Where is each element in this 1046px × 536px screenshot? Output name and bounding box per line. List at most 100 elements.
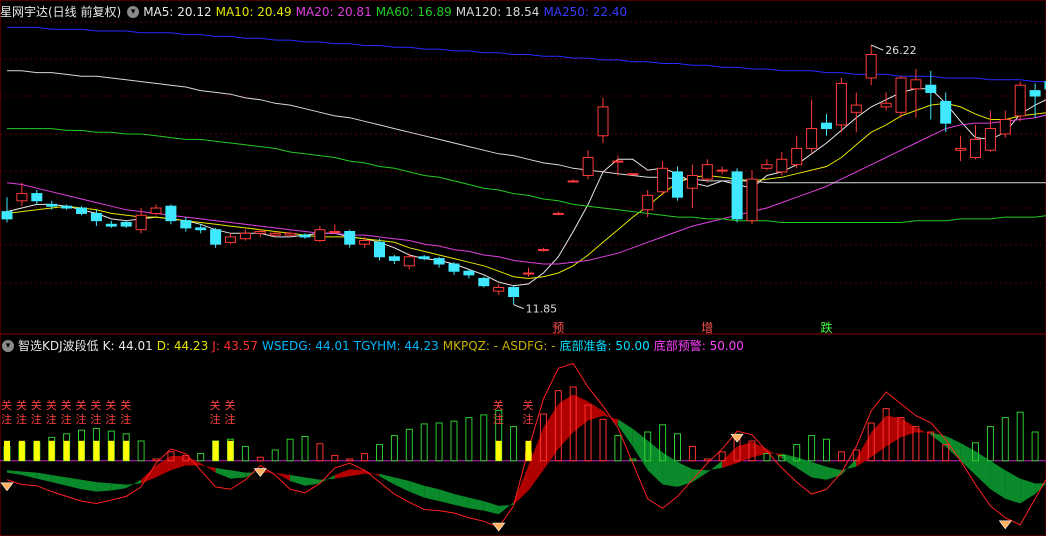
chevron-down-icon[interactable]: ▾ <box>2 339 14 352</box>
kd-ribbon-segment <box>1020 478 1036 504</box>
kd-ribbon-segment <box>21 471 37 479</box>
kd-ribbon-segment <box>334 469 350 479</box>
indicator-bar <box>510 426 518 462</box>
focus-label-bottom: 注 <box>493 412 504 426</box>
ma10-line <box>6 102 1046 280</box>
price-chart-header: 星网宇达(日线 前复权) ▾ MA5: 20.12 MA10: 20.49 MA20: … <box>0 3 631 21</box>
kd-ribbon-segment <box>647 440 663 485</box>
kd-ribbon-segment <box>454 494 469 509</box>
indicator-bar <box>763 453 771 462</box>
candle-body <box>239 232 251 240</box>
focus-label-top: 关 <box>105 398 116 412</box>
candle <box>314 226 326 243</box>
indicator-bar <box>808 435 816 462</box>
chart-canvas[interactable]: 26.2211.85预增跌涨榜关注关注关注关注关注关注关注关注关注关注关注关注关… <box>0 0 1046 536</box>
candle <box>508 285 520 305</box>
candle-body <box>76 207 87 214</box>
stock-title[interactable]: 星网宇达(日线 前复权) <box>0 5 121 19</box>
candle-body <box>999 119 1011 135</box>
indicator-bar <box>390 435 398 462</box>
focus-label-top: 关 <box>523 398 534 412</box>
ma60-label: MA60: 16.89 <box>375 5 452 19</box>
kd-ribbon-segment <box>468 497 484 511</box>
candle-body <box>1029 90 1041 97</box>
candle <box>746 170 758 225</box>
indicator-bar <box>837 451 845 462</box>
kd-ribbon-segment <box>737 441 752 464</box>
focus-label-top: 关 <box>225 398 236 412</box>
candle <box>999 110 1011 138</box>
kd-ribbon-segment <box>230 470 246 479</box>
indicator-bar <box>450 420 458 462</box>
focus-label-top: 关 <box>16 398 27 412</box>
chevron-down-icon[interactable]: ▾ <box>127 5 140 18</box>
focus-label-top: 关 <box>31 398 42 412</box>
kd-ribbon-segment <box>126 479 142 489</box>
bottom-signal-bar <box>48 440 55 461</box>
focus-label-top: 关 <box>493 398 504 412</box>
kd-ribbon-segment <box>51 475 67 486</box>
candle-body <box>195 227 207 231</box>
candle-body <box>493 286 505 292</box>
candle <box>433 256 445 268</box>
candle-body <box>537 249 549 252</box>
candle-body <box>150 207 162 214</box>
candle-body <box>806 128 818 149</box>
focus-label-top: 关 <box>210 398 221 412</box>
candle-body <box>90 212 102 222</box>
indicator-bar <box>271 449 279 462</box>
candle-body <box>642 194 654 211</box>
indicator-bar <box>480 414 488 462</box>
bottom-signal-bar <box>227 440 234 461</box>
candle <box>835 77 847 133</box>
candle-body <box>165 205 177 222</box>
indicator-bar <box>137 440 145 462</box>
kd-ribbon-segment <box>290 475 305 486</box>
candle-body <box>61 205 73 209</box>
diamond-icon <box>492 522 506 532</box>
candle <box>731 168 743 223</box>
indicator-header: ▾ 智选KDJ波段低 K: 44.01 D: 44.23 J: 43.57 WSEDG: … <box>0 337 748 355</box>
bottom-signal-bar <box>495 440 502 461</box>
ma5-line <box>6 88 1046 287</box>
candle-body <box>16 193 28 202</box>
focus-label-bottom: 注 <box>120 412 131 426</box>
candle-body <box>850 104 862 113</box>
ma10-label: MA10: 20.49 <box>215 5 292 19</box>
indicator-bar <box>331 454 339 462</box>
focus-label-top: 关 <box>90 398 101 412</box>
focus-label-bottom: 注 <box>90 412 101 426</box>
candle-body <box>672 171 683 198</box>
high-price-label: 26.22 <box>885 44 917 57</box>
kd-ribbon-segment <box>915 427 931 435</box>
ma120-label: MA120: 18.54 <box>455 5 540 19</box>
candle <box>821 114 832 136</box>
candle-body <box>627 173 639 176</box>
bottom-signal-bar <box>212 440 219 461</box>
candle-body <box>433 258 445 265</box>
candle <box>388 254 400 265</box>
kd-ribbon-segment <box>81 479 97 492</box>
indicator-bar <box>346 458 354 462</box>
candle-body <box>970 138 981 158</box>
candle-body <box>761 164 773 169</box>
candle <box>984 110 996 153</box>
bottom-signal-bar <box>18 440 25 461</box>
ma20-label: MA20: 20.81 <box>295 5 372 19</box>
candle <box>463 269 475 279</box>
d-label: D: 44.23 <box>156 339 209 353</box>
candle-body <box>46 203 58 207</box>
candle-body <box>731 171 743 220</box>
indicator-title[interactable]: 智选KDJ波段低 <box>18 339 99 353</box>
indicator-bar <box>256 456 264 462</box>
bottom-warning-label: 底部预警: 50.00 <box>653 339 744 353</box>
candle <box>165 204 177 225</box>
bottom-signal-bar <box>4 440 10 461</box>
candle <box>806 99 818 154</box>
candle-body <box>612 160 624 163</box>
mkpqz-label: MKPQZ: - <box>442 339 499 353</box>
low-price-label: 11.85 <box>526 303 558 316</box>
candle <box>418 254 430 261</box>
candle <box>776 152 788 176</box>
k-label: K: 44.01 <box>102 339 153 353</box>
